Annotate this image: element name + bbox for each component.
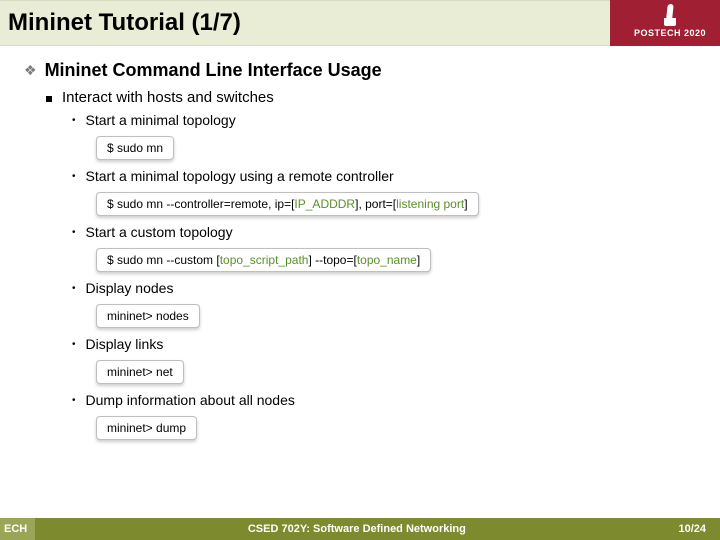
list-item: • Start a minimal topology using a remote… bbox=[72, 168, 696, 186]
command-fragment: $ sudo mn bbox=[107, 141, 163, 155]
command-fragment: ] --topo=[ bbox=[308, 253, 356, 267]
command-fragment: mininet> net bbox=[107, 365, 173, 379]
command-fragment: topo_name bbox=[357, 253, 417, 267]
heading-text: Mininet Command Line Interface Usage bbox=[45, 60, 382, 81]
command-box: $ sudo mn --custom [topo_script_path] --… bbox=[96, 248, 431, 272]
footer-bar: ECH CSED 702Y: Software Defined Networki… bbox=[0, 518, 720, 540]
list-item: • Dump information about all nodes bbox=[72, 392, 696, 410]
command-fragment: mininet> nodes bbox=[107, 309, 189, 323]
postech-logo: POSTECH 2020 bbox=[634, 4, 706, 38]
command-box: mininet> net bbox=[96, 360, 184, 384]
heading-row: ❖ Mininet Command Line Interface Usage bbox=[24, 60, 696, 81]
slide-title: Mininet Tutorial (1/7) bbox=[8, 9, 241, 37]
footer-center: CSED 702Y: Software Defined Networking bbox=[35, 523, 678, 535]
list-item-label: Start a custom topology bbox=[86, 224, 233, 240]
logo-text-2: 2020 bbox=[684, 28, 706, 38]
dot-bullet-icon: • bbox=[72, 112, 76, 130]
list-item-label: Start a minimal topology using a remote … bbox=[86, 168, 394, 184]
subheading-row: Interact with hosts and switches bbox=[46, 89, 696, 106]
dot-bullet-icon: • bbox=[72, 336, 76, 354]
list-item-label: Start a minimal topology bbox=[86, 112, 236, 128]
footer-page: 10/24 bbox=[678, 523, 720, 535]
command-fragment: ] bbox=[417, 253, 420, 267]
slide-content: ❖ Mininet Command Line Interface Usage I… bbox=[0, 46, 720, 446]
command-fragment: ], port=[ bbox=[355, 197, 396, 211]
command-fragment: ] bbox=[464, 197, 467, 211]
logo-text-1: POSTECH bbox=[634, 28, 681, 38]
command-box: $ sudo mn bbox=[96, 136, 174, 160]
command-fragment: topo_script_path bbox=[220, 253, 309, 267]
footer-left: ECH bbox=[0, 518, 35, 540]
command-fragment: $ sudo mn --controller=remote, ip=[ bbox=[107, 197, 294, 211]
list-item: • Start a minimal topology bbox=[72, 112, 696, 130]
list-item-label: Display links bbox=[86, 336, 164, 352]
dot-bullet-icon: • bbox=[72, 280, 76, 298]
list-item: • Start a custom topology bbox=[72, 224, 696, 242]
command-fragment: $ sudo mn --custom [ bbox=[107, 253, 220, 267]
command-box: $ sudo mn --controller=remote, ip=[IP_AD… bbox=[96, 192, 479, 216]
command-box: mininet> nodes bbox=[96, 304, 200, 328]
list-item: • Display links bbox=[72, 336, 696, 354]
list-item-label: Dump information about all nodes bbox=[86, 392, 295, 408]
list-item-label: Display nodes bbox=[86, 280, 174, 296]
square-bullet-icon bbox=[46, 96, 52, 102]
command-fragment: mininet> dump bbox=[107, 421, 186, 435]
dot-bullet-icon: • bbox=[72, 392, 76, 410]
dot-bullet-icon: • bbox=[72, 224, 76, 242]
list-item: • Display nodes bbox=[72, 280, 696, 298]
diamond-bullet-icon: ❖ bbox=[24, 60, 37, 80]
dot-bullet-icon: • bbox=[72, 168, 76, 186]
command-box: mininet> dump bbox=[96, 416, 197, 440]
flame-icon bbox=[661, 4, 679, 26]
command-fragment: IP_ADDDR bbox=[294, 197, 355, 211]
subheading-text: Interact with hosts and switches bbox=[62, 89, 274, 106]
command-fragment: listening port bbox=[396, 197, 464, 211]
